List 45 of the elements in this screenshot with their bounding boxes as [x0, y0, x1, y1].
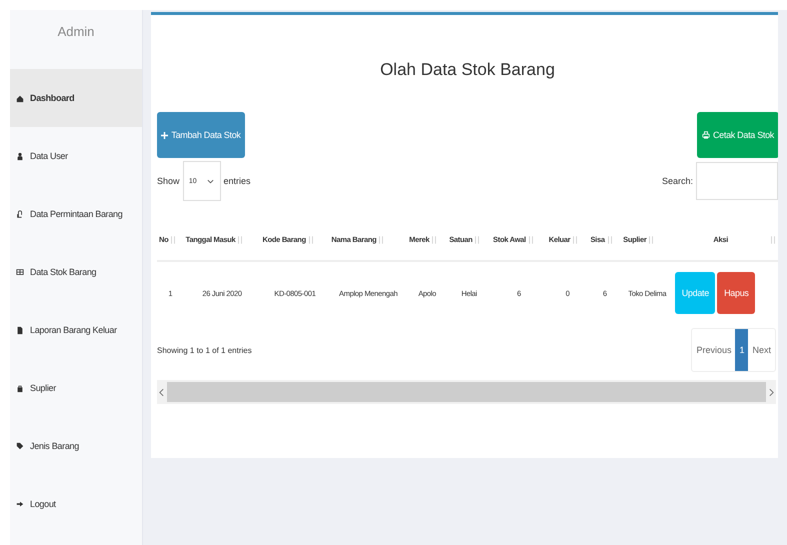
chevron-icon	[207, 178, 214, 184]
logout-icon	[16, 500, 24, 508]
sort-icon[interactable]	[572, 235, 578, 245]
horizontal-scrollbar[interactable]	[157, 380, 776, 404]
pagination-button[interactable]: 1	[735, 329, 748, 371]
scroll-right-icon[interactable]	[769, 388, 774, 396]
scrollbar-thumb[interactable]	[167, 382, 766, 402]
sidebar-item[interactable]: Logout	[10, 475, 142, 533]
search-label: Search:	[662, 176, 693, 186]
sort-icon[interactable]	[431, 235, 438, 245]
sort-icon[interactable]	[528, 235, 534, 245]
scroll-left-icon[interactable]	[159, 388, 164, 396]
show-label: Show	[157, 176, 180, 186]
sidebar-item[interactable]: Laporan Barang Keluar	[10, 301, 142, 359]
sort-icon[interactable]	[474, 235, 480, 245]
table-info: Showing 1 to 1 of 1 entries	[157, 346, 252, 354]
sidebar-title: Admin	[56, 23, 96, 41]
sidebar-item[interactable]: Dashboard	[10, 69, 142, 127]
delete-button[interactable]: Hapus	[717, 272, 756, 314]
home-icon	[16, 94, 24, 102]
sort-icon[interactable]	[170, 235, 176, 245]
sort-icon[interactable]	[378, 235, 384, 245]
sort-icon[interactable]	[648, 235, 654, 245]
sidebar-item[interactable]: Suplier	[10, 359, 142, 417]
sidebar-item[interactable]: Data Permintaan Barang	[10, 185, 142, 243]
add-stock-button[interactable]: Tambah Data Stok	[157, 112, 245, 158]
table-icon	[16, 268, 24, 276]
sort-icon[interactable]	[308, 235, 314, 245]
tag-icon	[16, 442, 24, 450]
sidebar-item[interactable]: Jenis Barang	[10, 417, 142, 475]
sidebar-item[interactable]: Data Stok Barang	[10, 243, 142, 301]
user-icon	[16, 152, 24, 160]
sort-icon[interactable]	[770, 235, 776, 245]
search-field[interactable]	[696, 162, 778, 200]
printer-icon	[702, 131, 710, 139]
entries-label: entries	[224, 176, 251, 186]
sidebar-item[interactable]: Data User	[10, 127, 142, 185]
sort-icon[interactable]	[606, 235, 613, 245]
bag-icon	[16, 384, 24, 392]
page-title: Olah Data Stok Barang	[379, 60, 556, 81]
file-icon	[16, 326, 24, 334]
pagination-button[interactable]: Next	[748, 329, 775, 371]
sort-icon[interactable]	[237, 235, 244, 245]
plus-icon	[161, 132, 168, 138]
pagination-button[interactable]: Previous	[692, 329, 736, 371]
